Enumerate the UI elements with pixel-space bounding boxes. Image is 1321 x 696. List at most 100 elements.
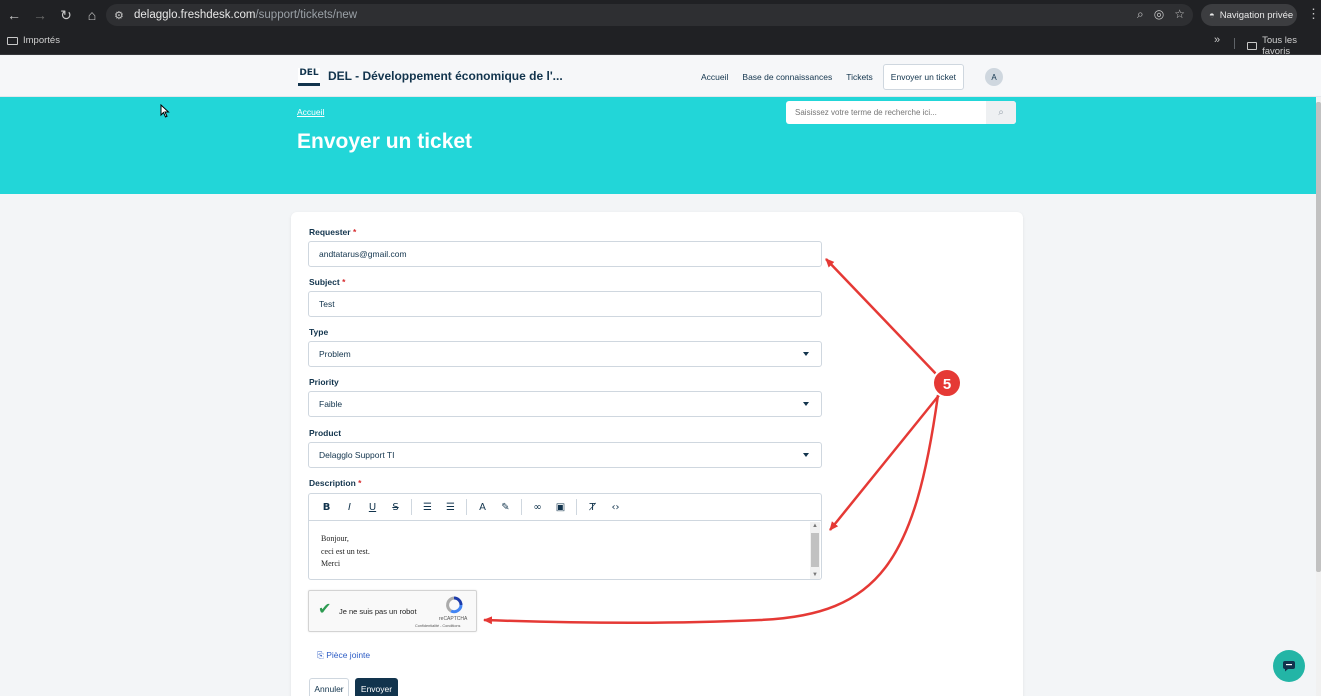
nav-submit-ticket[interactable]: Envoyer un ticket [882,64,964,90]
avatar[interactable]: A [985,68,1003,86]
nav-home[interactable]: Accueil [694,64,735,90]
tracking-protection-icon[interactable]: ◎ [1154,7,1164,22]
bullet-list-icon[interactable]: ☰ [439,497,462,517]
mouse-cursor-icon [160,104,170,118]
description-label: Description * [309,478,362,488]
description-line: Bonjour, [321,534,349,543]
attach-label: Pièce jointe [326,650,371,660]
nav-knowledge-base[interactable]: Base de connaissances [735,64,839,90]
url-host: delagglo.freshdesk.com [134,9,256,21]
page-title: Envoyer un ticket [297,130,473,153]
requester-label: Requester * [309,227,357,237]
description-editor[interactable]: Bonjour, ceci est un test. Merci ▲ ▼ [308,520,822,580]
recaptcha-widget: ✔ Je ne suis pas un robot reCAPTCHA Conf… [308,590,477,632]
divider [521,499,522,515]
logo-text: DEL [299,68,319,78]
recaptcha-label: Je ne suis pas un robot [339,607,417,616]
recaptcha-logo-icon [446,596,463,614]
divider [411,499,412,515]
divider [466,499,467,515]
editor-toolbar: B I U S ☰ ☰ A ✎ ∞ ▣ Ⱦ ‹› [308,493,822,520]
main-nav: Accueil Base de connaissances Tickets En… [694,64,964,90]
recaptcha-checkbox[interactable]: ✔ [318,599,331,618]
bookmark-label: Importés [23,35,60,46]
priority-value: Faible [319,399,343,409]
code-view-icon[interactable]: ‹› [604,497,627,517]
folder-icon [7,36,18,45]
reload-icon[interactable]: ↻ [54,3,78,27]
chevron-down-icon [803,453,809,457]
forward-icon[interactable]: → [28,3,52,27]
chevron-down-icon [803,352,809,356]
attach-file-link[interactable]: ⎘ Pièce jointe [317,650,370,661]
bookmarks-overflow-icon[interactable]: » [1214,34,1220,46]
site-logo[interactable]: DEL [298,68,320,86]
subject-label: Subject * [309,277,346,287]
address-bar[interactable]: ⚙ delagglo.freshdesk.com/support/tickets… [106,4,1193,26]
recaptcha-brand: reCAPTCHA [439,616,468,622]
menu-icon[interactable]: ⋮ [1307,6,1320,22]
strikethrough-icon[interactable]: S [384,497,407,517]
requester-field[interactable]: andtatarus@gmail.com [308,241,822,267]
bold-icon[interactable]: B [315,497,338,517]
chat-button[interactable] [1273,650,1305,682]
divider [1234,38,1235,49]
submit-button[interactable]: Envoyer [355,678,398,696]
bookmark-label: Tous les favoris [1262,35,1297,57]
product-label: Product [309,428,342,438]
private-mode-indicator[interactable]: ◓ Navigation privée [1201,4,1297,26]
cancel-button[interactable]: Annuler [309,678,349,696]
paperclip-icon: ⎘ [317,650,324,660]
product-select[interactable]: Delagglo Support TI [308,442,822,468]
bookmark-folder-all[interactable]: Tous les favoris [1247,35,1321,57]
description-line: ceci est un test. [321,546,370,556]
scrollbar-thumb[interactable] [1316,102,1321,572]
nav-tickets[interactable]: Tickets [839,64,880,90]
scrollbar-thumb[interactable] [811,533,819,567]
font-color-icon[interactable]: A [471,497,494,517]
star-icon[interactable]: ☆ [1174,7,1185,22]
underline-icon[interactable]: U [361,497,384,517]
description-line: Merci [321,559,341,568]
page-scrollbar[interactable] [1316,97,1321,696]
clear-format-icon[interactable]: Ⱦ [581,497,604,517]
type-select[interactable]: Problem [308,341,822,367]
search-box: ⌕ [786,101,1016,124]
recaptcha-terms[interactable]: Confidentialité - Conditions [415,624,460,628]
zoom-icon[interactable]: ⌕ [1137,7,1144,22]
site-header: DEL DEL - Développement économique de l'… [0,56,1321,97]
private-label: Navigation privée [1219,9,1294,21]
link-icon[interactable]: ∞ [526,497,549,517]
browser-toolbar: ← → ↻ ⌂ ⚙ delagglo.freshdesk.com/support… [0,0,1321,30]
image-icon[interactable]: ▣ [549,497,572,517]
url-path: /support/tickets/new [255,9,358,21]
bookmark-folder-imported[interactable]: Importés [7,35,60,46]
divider [576,499,577,515]
priority-label: Priority [309,377,339,387]
search-input[interactable] [786,108,986,117]
site-title[interactable]: DEL - Développement économique de l'... [328,69,563,83]
type-label: Type [309,327,329,337]
product-value: Delagglo Support TI [319,450,395,460]
scroll-down-icon[interactable]: ▼ [812,572,818,578]
folder-icon [1247,42,1258,50]
priority-select[interactable]: Faible [308,391,822,417]
subject-field[interactable]: Test [308,291,822,317]
bookmarks-bar: Importés » Tous les favoris [0,30,1321,57]
highlight-icon[interactable]: ✎ [494,497,517,517]
back-icon[interactable]: ← [2,3,26,27]
chevron-down-icon [803,402,809,406]
chat-icon [1283,661,1295,672]
home-icon[interactable]: ⌂ [80,3,104,27]
ordered-list-icon[interactable]: ☰ [416,497,439,517]
search-icon[interactable]: ⌕ [986,101,1016,124]
ticket-form: Requester * andtatarus@gmail.com Subject… [291,212,1023,696]
hero-banner: Accueil Envoyer un ticket ⌕ [0,97,1316,194]
scroll-up-icon[interactable]: ▲ [812,523,818,529]
breadcrumb[interactable]: Accueil [297,107,324,117]
site-settings-icon[interactable]: ⚙ [114,9,128,22]
editor-scrollbar[interactable]: ▲ ▼ [810,522,820,579]
type-value: Problem [319,349,351,359]
italic-icon[interactable]: I [338,497,361,517]
incognito-icon: ◓ [1209,9,1215,21]
